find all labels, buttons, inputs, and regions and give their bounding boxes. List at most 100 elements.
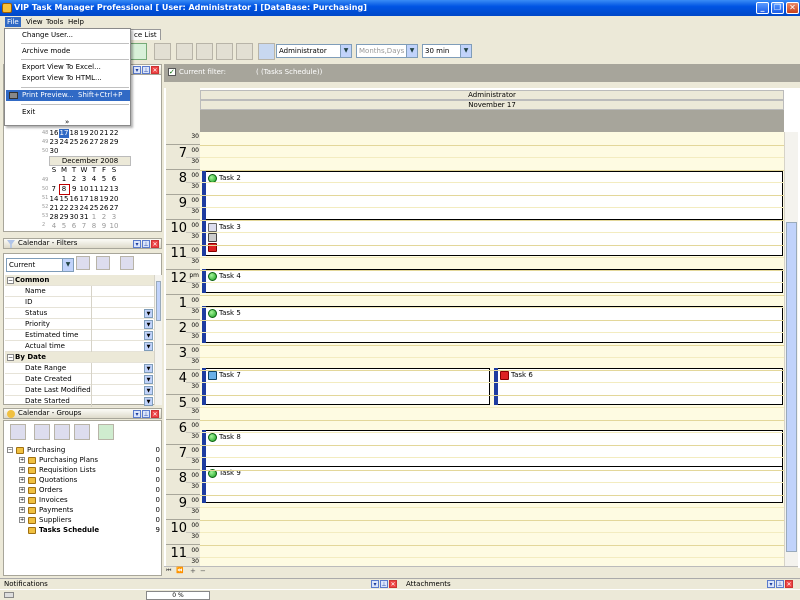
calendar-day[interactable]: 21 — [99, 129, 109, 138]
calendar-day[interactable]: 14 — [49, 195, 59, 205]
property-row[interactable]: Priority ▼ — [5, 319, 154, 330]
collapse-icon[interactable]: − — [7, 354, 14, 361]
calendar-day[interactable]: 30 — [49, 147, 59, 156]
calendar-day[interactable]: 3 — [79, 175, 89, 185]
expand-icon[interactable]: + — [19, 497, 25, 503]
expand-icon[interactable]: − — [7, 447, 13, 453]
expand-icon[interactable]: + — [19, 507, 25, 513]
calendar-day[interactable]: 7 — [79, 222, 89, 231]
calendar-day[interactable]: 8 — [89, 222, 99, 231]
scheduler-scrollbar[interactable] — [784, 132, 798, 566]
panel-menu-icon[interactable]: ▾ — [133, 410, 141, 418]
appointment-task5[interactable]: Task 5 — [202, 306, 783, 343]
property-row[interactable]: Actual time ▼ — [5, 341, 154, 352]
calendar-day[interactable]: 26 — [99, 204, 109, 213]
calendar-day[interactable]: 2 — [99, 213, 109, 222]
appointment-task7[interactable]: Task 7 — [202, 368, 490, 405]
pin-icon[interactable]: ⊥ — [380, 580, 388, 588]
calendar-day[interactable]: 29 — [59, 213, 69, 222]
calendar-day[interactable]: 24 — [79, 204, 89, 213]
close-button[interactable]: ✕ — [786, 2, 799, 14]
menu-view[interactable]: View — [24, 17, 45, 27]
property-row[interactable]: Name — [5, 286, 154, 297]
view-week-icon[interactable] — [176, 43, 193, 60]
calendar-day[interactable]: 18 — [69, 129, 79, 138]
calendar-day[interactable]: 24 — [59, 138, 69, 147]
property-row[interactable]: Date Created ▼ — [5, 374, 154, 385]
calendar-day[interactable]: 2 — [69, 175, 79, 185]
chevron-down-icon[interactable]: ▼ — [144, 386, 153, 395]
panel-menu-icon[interactable]: ▾ — [767, 580, 775, 588]
calendar-day[interactable]: 26 — [79, 138, 89, 147]
restore-button[interactable]: ❐ — [771, 2, 784, 14]
calendar-day[interactable]: 4 — [49, 222, 59, 231]
scroll-thumb[interactable] — [786, 222, 797, 552]
tree-node[interactable]: + Quotations 0 — [7, 475, 162, 485]
calendar-day[interactable]: 31 — [79, 213, 89, 222]
appointment-task8[interactable]: Task 8 — [202, 430, 783, 467]
view-timeline-icon[interactable] — [236, 43, 253, 60]
calendar-day[interactable]: 23 — [49, 138, 59, 147]
expand-icon[interactable]: + — [19, 467, 25, 473]
calendar-day[interactable]: 28 — [99, 138, 109, 147]
calendar-day[interactable]: 10 — [79, 185, 89, 195]
calendar-day[interactable]: 28 — [49, 213, 59, 222]
close-icon[interactable]: ✕ — [389, 580, 397, 588]
calendar-day[interactable]: 18 — [89, 195, 99, 205]
all-day-area[interactable] — [200, 110, 784, 132]
calendar-day[interactable]: 22 — [109, 129, 119, 138]
calendar-day[interactable]: 27 — [109, 204, 119, 213]
filter-combo[interactable]: Current ▼ — [6, 258, 74, 272]
calendar-day[interactable]: 19 — [99, 195, 109, 205]
calendar-day[interactable]: 21 — [49, 204, 59, 213]
calendar-day[interactable]: 17 — [79, 195, 89, 205]
collapse-icon[interactable]: − — [7, 277, 14, 284]
close-icon[interactable]: ✕ — [151, 66, 159, 74]
calendar-day[interactable]: 6 — [109, 175, 119, 185]
calendar-day[interactable]: 19 — [79, 129, 89, 138]
menu-file[interactable]: File — [5, 17, 21, 27]
calendar-day[interactable]: 12 — [99, 185, 109, 195]
calendar-day[interactable]: 20 — [109, 195, 119, 205]
scroll-thumb[interactable] — [156, 281, 161, 321]
property-row[interactable]: Date Started ▼ — [5, 396, 154, 407]
appointment-task9[interactable]: Task 9 — [202, 466, 783, 503]
calendar-day[interactable]: 5 — [99, 175, 109, 185]
calendar-day[interactable]: 27 — [89, 138, 99, 147]
menu-tools[interactable]: Tools — [44, 17, 65, 27]
calendar-day[interactable]: 11 — [89, 185, 99, 195]
view-workweek-icon[interactable] — [196, 43, 213, 60]
filter-checkbox[interactable]: ✓ — [168, 68, 176, 76]
calendar-day[interactable]: 1 — [59, 175, 69, 185]
view-day-icon[interactable] — [154, 43, 171, 60]
property-row[interactable]: Status ▼ — [5, 308, 154, 319]
pin-icon[interactable]: ⊥ — [142, 410, 150, 418]
panel-menu-icon[interactable]: ▾ — [371, 580, 379, 588]
panel-menu-icon[interactable]: ▾ — [133, 66, 141, 74]
expand-icon[interactable]: + — [19, 477, 25, 483]
calendar-day[interactable]: 16 — [49, 129, 59, 138]
property-category[interactable]: − By Date — [5, 352, 154, 363]
tree-node[interactable]: − Purchasing 0 — [7, 445, 162, 455]
calendar-day[interactable]: 3 — [109, 213, 119, 222]
appointment-task3[interactable]: Task 3 — [202, 220, 783, 256]
remove-icon[interactable]: − — [200, 567, 206, 575]
calendar-day[interactable]: 25 — [69, 138, 79, 147]
menu-item-archive-mode[interactable]: Archive mode — [6, 46, 130, 57]
calendar-day[interactable]: 6 — [69, 222, 79, 231]
tree-node[interactable]: + Orders 0 — [7, 485, 162, 495]
filter-edit-icon[interactable] — [96, 256, 110, 270]
refresh-icon[interactable] — [130, 43, 147, 60]
calendar-day[interactable]: 22 — [59, 204, 69, 213]
tree-node[interactable]: + Purchasing Plans 0 — [7, 455, 162, 465]
appointment-task4[interactable]: Task 4 — [202, 269, 783, 293]
expand-icon[interactable]: + — [19, 457, 25, 463]
view-month-icon[interactable] — [216, 43, 233, 60]
user-icon[interactable] — [258, 43, 275, 60]
calendar-day[interactable]: 4 — [89, 175, 99, 185]
horizontal-scrollbar[interactable]: ⏮ ⏪ + − — [164, 566, 798, 576]
calendar-day[interactable]: 17 — [59, 129, 69, 138]
chevron-down-icon[interactable]: ▼ — [144, 364, 153, 373]
property-category[interactable]: − Common — [5, 275, 154, 286]
calendar-day[interactable]: 30 — [69, 213, 79, 222]
